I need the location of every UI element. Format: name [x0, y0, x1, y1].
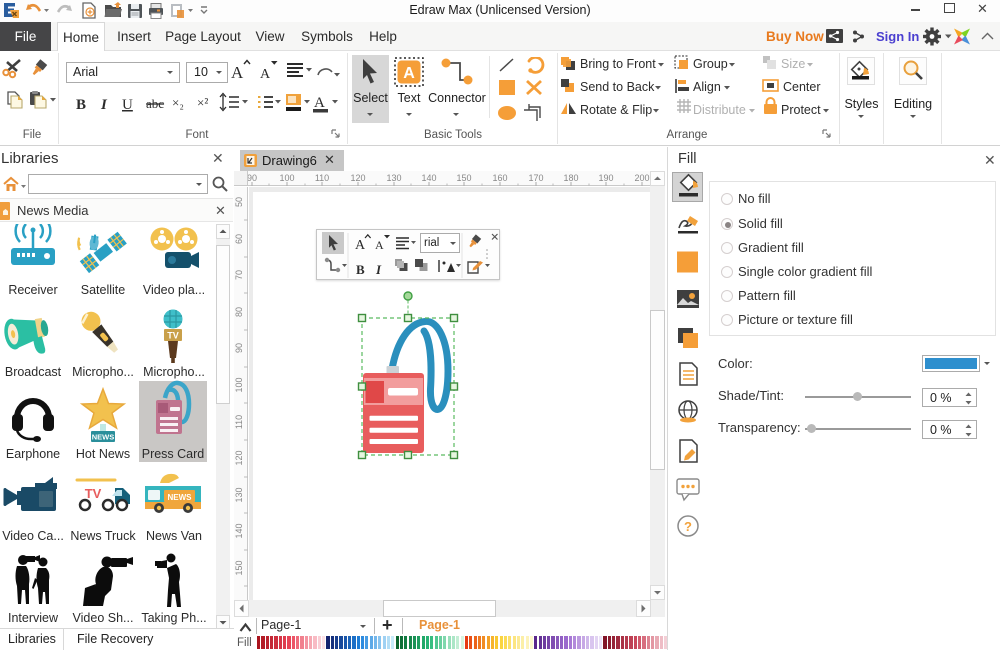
svg-text:TV: TV	[167, 331, 179, 341]
svg-text:120: 120	[234, 450, 244, 465]
svg-text:130: 130	[386, 173, 401, 183]
svg-text:A: A	[375, 238, 384, 252]
svg-text:160: 160	[492, 173, 507, 183]
svg-text:Group: Group	[693, 57, 728, 71]
svg-text:150: 150	[456, 173, 471, 183]
svg-text:140: 140	[234, 523, 244, 538]
svg-text:110: 110	[315, 173, 329, 183]
svg-text:NEWS: NEWS	[168, 493, 193, 502]
svg-text:150: 150	[234, 560, 244, 575]
svg-text:Rotate & Flip: Rotate & Flip	[580, 103, 652, 117]
svg-text:90: 90	[247, 173, 257, 183]
svg-text:I: I	[100, 97, 108, 113]
svg-text:×₂: ×₂	[172, 95, 184, 110]
svg-text:TV: TV	[85, 486, 102, 501]
svg-text:180: 180	[563, 173, 578, 183]
svg-text:Bring to Front: Bring to Front	[580, 57, 656, 71]
svg-text:Send to Back: Send to Back	[580, 80, 655, 94]
svg-text:NEWS: NEWS	[92, 433, 115, 442]
svg-text:U: U	[122, 97, 133, 113]
svg-text:190: 190	[598, 173, 613, 183]
svg-text:100: 100	[279, 173, 294, 183]
svg-text:abc: abc	[146, 96, 164, 111]
svg-text:60: 60	[234, 234, 244, 244]
svg-text:80: 80	[234, 307, 244, 317]
svg-text:70: 70	[234, 270, 244, 280]
svg-text:A: A	[314, 95, 325, 111]
svg-text:Distribute: Distribute	[693, 103, 746, 117]
svg-text:50: 50	[234, 197, 244, 207]
svg-text:×²: ×²	[197, 95, 208, 110]
svg-text:?: ?	[684, 519, 692, 534]
svg-text:110: 110	[234, 415, 244, 429]
svg-text:200: 200	[634, 173, 649, 183]
svg-text:100: 100	[234, 377, 244, 392]
svg-text:B: B	[76, 97, 86, 113]
svg-text:Protect: Protect	[781, 103, 821, 117]
svg-text:Size: Size	[781, 57, 805, 71]
svg-text:A: A	[260, 67, 271, 82]
svg-text:Align: Align	[693, 80, 721, 94]
svg-text:140: 140	[421, 173, 436, 183]
svg-text:120: 120	[350, 173, 365, 183]
svg-text:90: 90	[234, 343, 244, 353]
svg-text:A: A	[355, 238, 366, 253]
svg-text:170: 170	[528, 173, 543, 183]
svg-text:I: I	[375, 262, 382, 277]
svg-text:A: A	[403, 65, 415, 82]
svg-text:B: B	[356, 262, 365, 277]
svg-text:130: 130	[234, 487, 244, 502]
svg-text:Center: Center	[783, 80, 821, 94]
svg-text:A: A	[231, 63, 244, 82]
